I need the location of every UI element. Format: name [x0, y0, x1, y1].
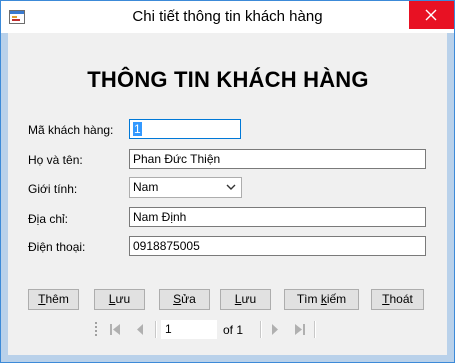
search-prefix: Tìm [296, 292, 321, 306]
exit-label: hoát [389, 292, 413, 306]
address-label: Địa chỉ: [28, 212, 69, 226]
save1-label: ưu [115, 292, 131, 306]
customer-id-field[interactable]: 1 [129, 119, 241, 139]
phone-field[interactable]: 0918875005 [129, 236, 426, 256]
navigator-separator [155, 321, 157, 338]
edit-mnemonic: S [173, 292, 182, 306]
record-count: of 1 [223, 323, 244, 337]
position-input[interactable]: 1 [161, 320, 217, 339]
move-last-icon[interactable] [293, 323, 307, 336]
binding-navigator: 1 of 1 [92, 317, 320, 342]
save-button-1[interactable]: Lưu [94, 289, 145, 310]
gender-select[interactable]: Nam [129, 177, 242, 198]
navigator-separator [314, 321, 316, 338]
close-button[interactable] [409, 1, 454, 29]
address-field[interactable]: Nam Định [129, 207, 426, 227]
customer-id-label: Mã khách hàng: [28, 123, 114, 137]
exit-button[interactable]: Thoát [371, 289, 424, 310]
search-label: iếm [326, 292, 347, 306]
search-button[interactable]: Tìm kiếm [284, 289, 359, 310]
window-title: Chi tiết thông tin khách hàng [132, 8, 323, 25]
save2-label: ưu [241, 292, 257, 306]
chevron-down-icon [226, 184, 236, 190]
window: Chi tiết thông tin khách hàng THÔNG TIN … [0, 0, 455, 363]
move-next-icon[interactable] [269, 323, 281, 336]
phone-label: Điện thoại: [28, 240, 86, 254]
title-bar[interactable]: Chi tiết thông tin khách hàng [1, 1, 454, 33]
gender-value: Nam [133, 180, 159, 194]
full-name-field[interactable]: Phan Đức Thiện [129, 149, 426, 169]
edit-label: ửa [181, 292, 196, 306]
save-button-2[interactable]: Lưu [220, 289, 271, 310]
edit-button[interactable]: Sửa [159, 289, 210, 310]
add-button[interactable]: Thêm [28, 289, 79, 310]
form-heading: THÔNG TIN KHÁCH HÀNG [87, 67, 369, 92]
move-previous-icon[interactable] [134, 323, 146, 336]
form-body: THÔNG TIN KHÁCH HÀNG Mã khách hàng: 1 Họ… [8, 33, 447, 355]
grip-icon [95, 322, 97, 336]
customer-id-value: 1 [133, 122, 142, 136]
close-icon [425, 9, 437, 21]
full-name-label: Họ và tên: [28, 153, 83, 167]
add-mnemonic: T [38, 292, 46, 306]
navigator-separator [260, 321, 262, 338]
move-first-icon[interactable] [108, 323, 122, 336]
add-label: hêm [45, 292, 69, 306]
gender-label: Giới tính: [28, 182, 78, 196]
